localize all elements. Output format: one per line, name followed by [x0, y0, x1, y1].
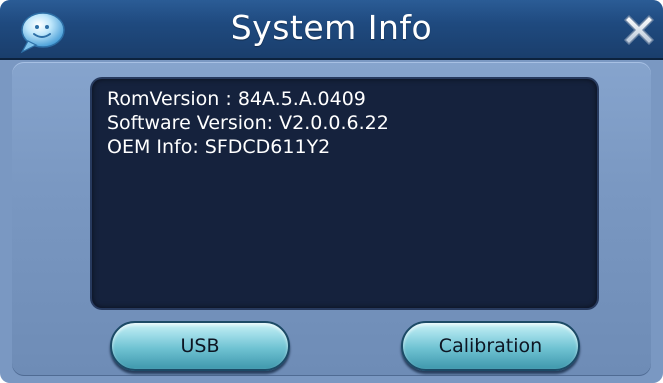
rom-version-text: RomVersion : 84A.5.A.0409 [107, 88, 366, 110]
calibration-button[interactable]: Calibration [401, 321, 580, 371]
software-version-text: Software Version: V2.0.0.6.22 [107, 112, 389, 134]
title-bar: System Info [0, 0, 663, 60]
system-info-display: RomVersion : 84A.5.A.0409 Software Versi… [92, 79, 597, 308]
window-title: System Info [230, 8, 433, 47]
close-x-icon[interactable] [619, 10, 659, 50]
system-info-window: System Info RomVersion : 84A.5.A.0409 So… [0, 0, 663, 383]
usb-button[interactable]: USB [110, 321, 290, 371]
oem-info-text: OEM Info: SFDCD611Y2 [107, 136, 331, 158]
